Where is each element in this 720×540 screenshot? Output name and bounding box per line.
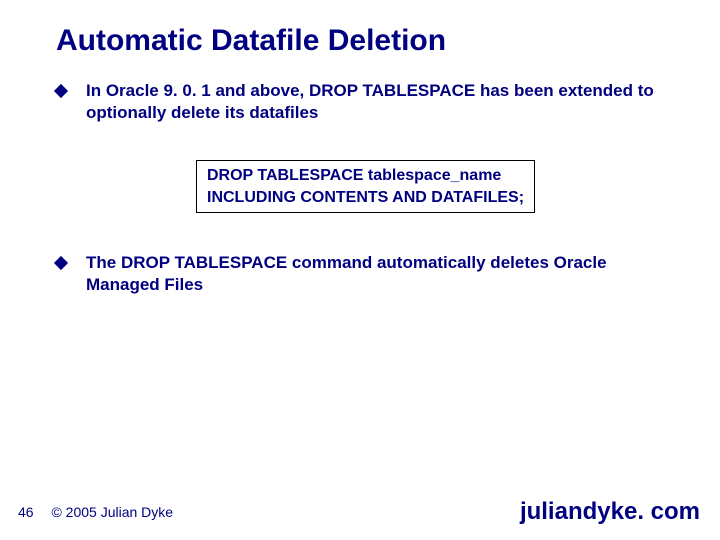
slide: Automatic Datafile Deletion In Oracle 9.… (0, 0, 720, 540)
bullet-diamond-icon (54, 84, 68, 98)
footer-left: 46 © 2005 Julian Dyke (18, 504, 173, 520)
bullet-item-1: In Oracle 9. 0. 1 and above, DROP TABLES… (56, 80, 680, 124)
bullet-2-strong: DROP TABLESPACE (121, 253, 292, 272)
page-number: 46 (18, 504, 34, 520)
bullet-1-pre: In Oracle 9. 0. 1 and above, (86, 81, 309, 100)
code-box: DROP TABLESPACE tablespace_name INCLUDIN… (196, 160, 535, 213)
bullet-diamond-icon (54, 256, 68, 270)
bullet-1-strong: DROP TABLESPACE (309, 81, 475, 100)
bullet-text-2: The DROP TABLESPACE command automaticall… (86, 252, 680, 296)
code-line-2: INCLUDING CONTENTS AND DATAFILES; (207, 187, 524, 209)
copyright: © 2005 Julian Dyke (51, 504, 173, 520)
slide-title: Automatic Datafile Deletion (56, 24, 446, 58)
footer-site: juliandyke. com (520, 498, 700, 526)
bullet-text-1: In Oracle 9. 0. 1 and above, DROP TABLES… (86, 80, 680, 124)
code-line-1: DROP TABLESPACE tablespace_name (207, 165, 524, 187)
bullet-item-2: The DROP TABLESPACE command automaticall… (56, 252, 680, 296)
bullet-2-pre: The (86, 253, 121, 272)
